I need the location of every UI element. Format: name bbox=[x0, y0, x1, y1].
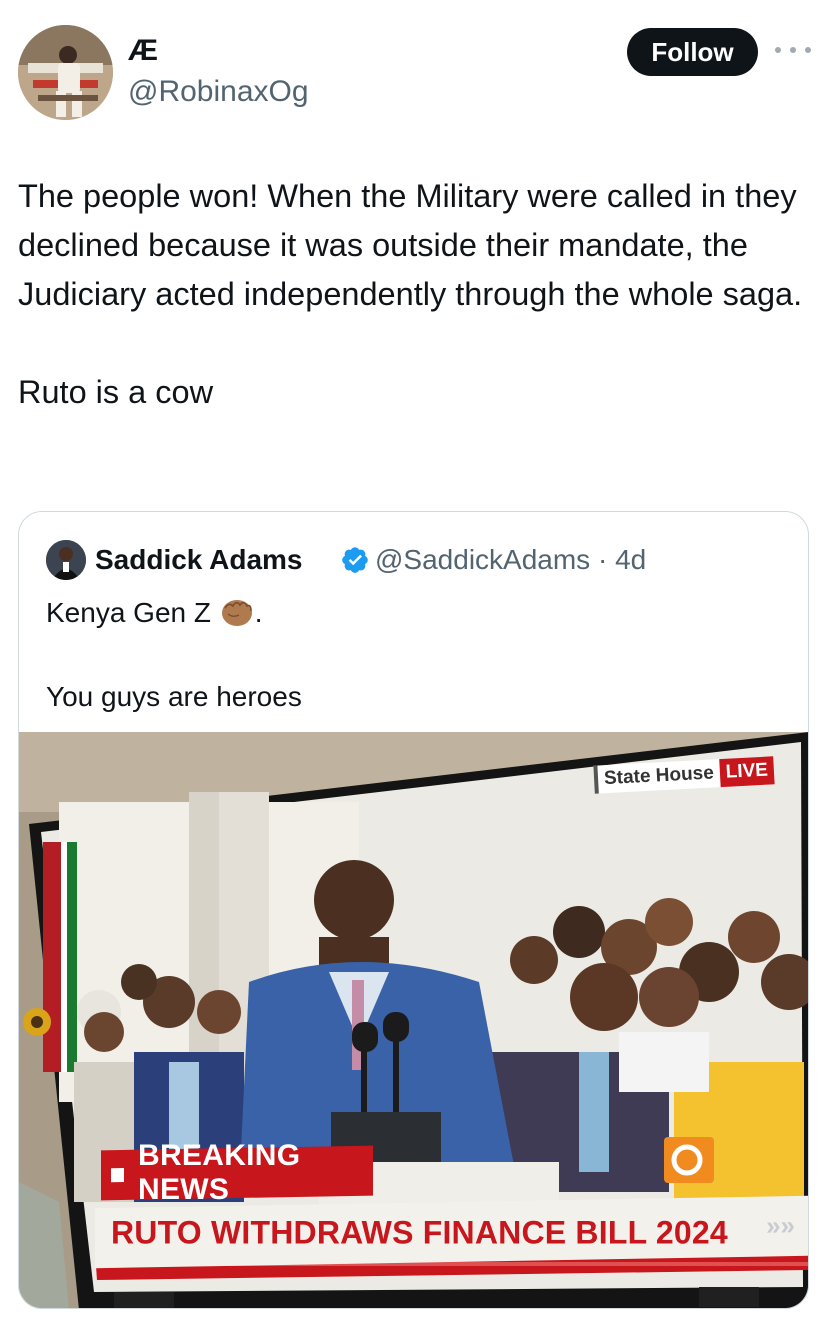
tweet-text-paragraph: The people won! When the Military were c… bbox=[18, 178, 806, 312]
quote-body: Kenya Gen Z . You guys are heroes bbox=[46, 592, 786, 718]
tweet-header: Æ @RobinaxOg Follow bbox=[0, 0, 828, 130]
quoted-tweet-card[interactable]: Saddick Adams @SaddickAdams · 4d Kenya G… bbox=[18, 511, 809, 1309]
breaking-news-label: BREAKING NEWS bbox=[101, 1139, 373, 1206]
news-headline-text: RUTO WITHDRAWS FINANCE BILL 2024 bbox=[111, 1214, 728, 1251]
quote-media-photo[interactable]: State House LIVE BREAKING NEWS RUTO WITH… bbox=[19, 732, 808, 1308]
quote-author-handle-and-time[interactable]: @SaddickAdams · 4d bbox=[375, 542, 646, 578]
author-handle[interactable]: @RobinaxOg bbox=[128, 74, 309, 110]
quote-text-line: You guys are heroes bbox=[46, 681, 302, 712]
more-dot bbox=[790, 47, 796, 53]
more-dot bbox=[775, 47, 781, 53]
quote-timestamp[interactable]: 4d bbox=[615, 544, 646, 575]
follow-button[interactable]: Follow bbox=[627, 28, 758, 76]
breaking-news-text: BREAKING NEWS bbox=[137, 1138, 300, 1206]
news-headline-bar: RUTO WITHDRAWS FINANCE BILL 2024 »» bbox=[95, 1195, 808, 1269]
tweet-body: The people won! When the Military were c… bbox=[18, 172, 813, 417]
more-icon[interactable] bbox=[775, 38, 811, 62]
quote-text-suffix: . bbox=[254, 597, 263, 628]
verified-badge-icon bbox=[342, 547, 368, 573]
live-source-text: State House bbox=[593, 759, 721, 794]
quote-text-line: Kenya Gen Z . bbox=[46, 592, 786, 634]
avatar-photo bbox=[18, 25, 113, 120]
meta-separator: · bbox=[597, 544, 608, 575]
more-dot bbox=[805, 47, 811, 53]
fist-emoji-icon bbox=[221, 600, 252, 626]
live-badge: LIVE bbox=[719, 756, 775, 788]
tweet-text-paragraph: Ruto is a cow bbox=[18, 374, 214, 410]
ticker-chevrons-icon: »» bbox=[766, 1210, 795, 1241]
author-avatar[interactable] bbox=[18, 25, 113, 120]
quote-author-handle[interactable]: @SaddickAdams bbox=[375, 544, 590, 575]
quote-author-display-name[interactable]: Saddick Adams bbox=[95, 542, 302, 578]
author-display-name[interactable]: Æ bbox=[128, 34, 158, 68]
quote-avatar-photo bbox=[46, 540, 86, 580]
quote-text-prefix: Kenya Gen Z bbox=[46, 597, 219, 628]
ticker-square-icon bbox=[111, 1167, 124, 1183]
quote-author-avatar[interactable] bbox=[46, 540, 86, 580]
